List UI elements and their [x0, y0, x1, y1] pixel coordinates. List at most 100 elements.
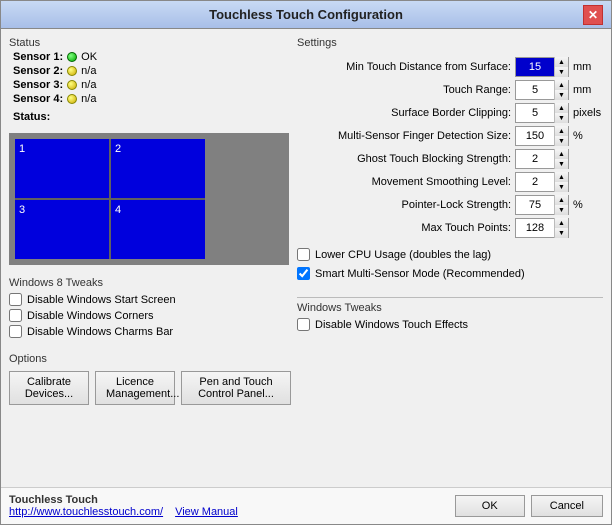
- sensor-4-value: n/a: [81, 93, 96, 105]
- movement-smoothing-up-btn[interactable]: ▲: [554, 172, 568, 182]
- touch-range-row: Touch Range: ▲ ▼ mm: [297, 80, 603, 100]
- disable-start-screen-checkbox[interactable]: [9, 293, 22, 306]
- sensor-2-value: n/a: [81, 65, 96, 77]
- grid-cell-2: 2: [111, 139, 205, 198]
- sensor-3-value: n/a: [81, 79, 96, 91]
- disable-touch-effects-checkbox[interactable]: [297, 318, 310, 331]
- footer-url[interactable]: http://www.touchlesstouch.com/: [9, 506, 163, 518]
- multi-sensor-input[interactable]: [516, 127, 554, 145]
- ghost-touch-up-btn[interactable]: ▲: [554, 149, 568, 159]
- pointer-lock-up-btn[interactable]: ▲: [554, 195, 568, 205]
- options-buttons: Calibrate Devices... Licence Management.…: [9, 371, 289, 405]
- min-touch-label: Min Touch Distance from Surface:: [297, 61, 511, 73]
- min-touch-up-btn[interactable]: ▲: [554, 57, 568, 67]
- disable-charms-label: Disable Windows Charms Bar: [27, 326, 173, 338]
- sensor-row-1: Sensor 1: OK: [13, 51, 289, 63]
- lower-cpu-checkbox[interactable]: [297, 248, 310, 261]
- max-touch-input[interactable]: [516, 219, 554, 237]
- ghost-touch-spinbox: ▲ ▼: [515, 149, 569, 169]
- footer-title: Touchless Touch: [9, 494, 447, 506]
- windows-tweaks-label: Windows Tweaks: [297, 302, 603, 314]
- sensor-row-2: Sensor 2: n/a: [13, 65, 289, 77]
- title-bar: Touchless Touch Configuration ✕: [1, 1, 611, 29]
- footer-buttons: OK Cancel: [455, 495, 603, 517]
- disable-charms-checkbox[interactable]: [9, 325, 22, 338]
- movement-smoothing-label: Movement Smoothing Level:: [297, 176, 511, 188]
- ghost-touch-input[interactable]: [516, 150, 554, 168]
- grid-cell-1: 1: [15, 139, 109, 198]
- pointer-lock-row: Pointer-Lock Strength: ▲ ▼ %: [297, 195, 603, 215]
- ghost-touch-down-btn[interactable]: ▼: [554, 159, 568, 169]
- surface-border-spinbox: ▲ ▼: [515, 103, 569, 123]
- left-panel: Status Sensor 1: OK Sensor 2: n/a Sensor…: [9, 37, 289, 479]
- windows8-tweaks-label: Windows 8 Tweaks: [9, 277, 289, 289]
- calibrate-button[interactable]: Calibrate Devices...: [9, 371, 89, 405]
- sensor-4-led: [67, 94, 77, 104]
- pointer-lock-input[interactable]: [516, 196, 554, 214]
- pen-touch-button[interactable]: Pen and Touch Control Panel...: [181, 371, 291, 405]
- min-touch-input[interactable]: [516, 58, 554, 76]
- touch-range-unit: mm: [573, 84, 603, 96]
- max-touch-up-btn[interactable]: ▲: [554, 218, 568, 228]
- checkbox-disable-corners: Disable Windows Corners: [9, 309, 289, 322]
- footer: Touchless Touch http://www.touchlesstouc…: [1, 487, 611, 524]
- status-label: Status:: [13, 111, 50, 123]
- min-touch-down-btn[interactable]: ▼: [554, 67, 568, 77]
- min-touch-spin-btns: ▲ ▼: [554, 57, 568, 77]
- windows8-tweaks-section: Windows 8 Tweaks Disable Windows Start S…: [9, 277, 289, 341]
- disable-corners-checkbox[interactable]: [9, 309, 22, 322]
- movement-smoothing-down-btn[interactable]: ▼: [554, 182, 568, 192]
- smart-multi-sensor-label: Smart Multi-Sensor Mode (Recommended): [315, 268, 525, 280]
- min-touch-spinbox: ▲ ▼: [515, 57, 569, 77]
- right-panel: Settings Min Touch Distance from Surface…: [297, 37, 603, 479]
- ghost-touch-spin-btns: ▲ ▼: [554, 149, 568, 169]
- multi-sensor-spinbox: ▲ ▼: [515, 126, 569, 146]
- disable-touch-effects-label: Disable Windows Touch Effects: [315, 319, 468, 331]
- multi-sensor-spin-btns: ▲ ▼: [554, 126, 568, 146]
- surface-border-spin-btns: ▲ ▼: [554, 103, 568, 123]
- ok-button[interactable]: OK: [455, 495, 525, 517]
- sensor-row-4: Sensor 4: n/a: [13, 93, 289, 105]
- disable-start-screen-label: Disable Windows Start Screen: [27, 294, 176, 306]
- multi-sensor-label: Multi-Sensor Finger Detection Size:: [297, 130, 511, 142]
- sensor-grid: 1 2 3 4: [15, 139, 205, 259]
- sensor-1-label: Sensor 1:: [13, 51, 63, 63]
- movement-smoothing-input[interactable]: [516, 173, 554, 191]
- checkbox-disable-start-screen: Disable Windows Start Screen: [9, 293, 289, 306]
- surface-border-input[interactable]: [516, 104, 554, 122]
- min-touch-row: Min Touch Distance from Surface: ▲ ▼ mm: [297, 57, 603, 77]
- footer-link-row: http://www.touchlesstouch.com/ View Manu…: [9, 506, 447, 518]
- cancel-button[interactable]: Cancel: [531, 495, 603, 517]
- multi-sensor-row: Multi-Sensor Finger Detection Size: ▲ ▼ …: [297, 126, 603, 146]
- lower-cpu-row: Lower CPU Usage (doubles the lag): [297, 248, 603, 261]
- max-touch-down-btn[interactable]: ▼: [554, 228, 568, 238]
- sensor-3-led: [67, 80, 77, 90]
- status-section-label: Status: [9, 37, 289, 49]
- min-touch-unit: mm: [573, 61, 603, 73]
- sensor-2-label: Sensor 2:: [13, 65, 63, 77]
- touch-range-down-btn[interactable]: ▼: [554, 90, 568, 100]
- touch-range-label: Touch Range:: [297, 84, 511, 96]
- pointer-lock-down-btn[interactable]: ▼: [554, 205, 568, 215]
- max-touch-spin-btns: ▲ ▼: [554, 218, 568, 238]
- close-button[interactable]: ✕: [583, 5, 603, 25]
- pointer-lock-label: Pointer-Lock Strength:: [297, 199, 511, 211]
- max-touch-spinbox: ▲ ▼: [515, 218, 569, 238]
- multi-sensor-up-btn[interactable]: ▲: [554, 126, 568, 136]
- view-manual-link[interactable]: View Manual: [175, 506, 238, 518]
- multi-sensor-down-btn[interactable]: ▼: [554, 136, 568, 146]
- grid-cell-3: 3: [15, 200, 109, 259]
- settings-rows: Min Touch Distance from Surface: ▲ ▼ mm …: [297, 57, 603, 238]
- sensor-1-led: [67, 52, 77, 62]
- smart-multi-sensor-row: Smart Multi-Sensor Mode (Recommended): [297, 267, 603, 280]
- touch-range-up-btn[interactable]: ▲: [554, 80, 568, 90]
- sensor-3-label: Sensor 3:: [13, 79, 63, 91]
- footer-left: Touchless Touch http://www.touchlesstouc…: [9, 494, 447, 518]
- licence-button[interactable]: Licence Management...: [95, 371, 175, 405]
- surface-border-down-btn[interactable]: ▼: [554, 113, 568, 123]
- touch-range-input[interactable]: [516, 81, 554, 99]
- smart-multi-sensor-checkbox[interactable]: [297, 267, 310, 280]
- main-window: Touchless Touch Configuration ✕ Status S…: [0, 0, 612, 525]
- surface-border-up-btn[interactable]: ▲: [554, 103, 568, 113]
- movement-smoothing-row: Movement Smoothing Level: ▲ ▼: [297, 172, 603, 192]
